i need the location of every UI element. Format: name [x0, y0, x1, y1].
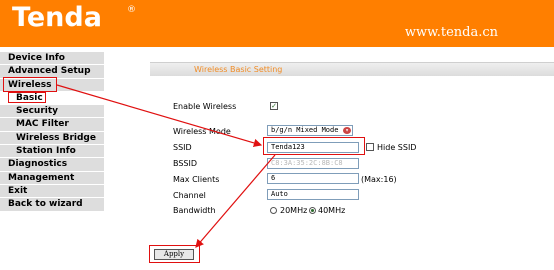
section-title: Wireless Basic Setting [194, 65, 283, 74]
ssid-label: SSID [173, 143, 192, 152]
max-clients-hint: (Max:16) [361, 175, 397, 184]
sidebar-item-diagnostics[interactable]: Diagnostics [0, 158, 104, 172]
logo-text: Tenda [12, 2, 102, 33]
sidebar-item-wireless-bridge[interactable]: Wireless Bridge [0, 131, 104, 146]
bandwidth-40-radio[interactable] [309, 207, 316, 214]
max-clients-value: 6 [271, 174, 276, 182]
wireless-mode-value: b/g/n Mixed Mode [271, 126, 339, 134]
sidebar-item-mac-filter[interactable]: MAC Filter [0, 118, 104, 132]
sidebar-item-device-info[interactable]: Device Info [0, 52, 104, 66]
bssid-label: BSSID [173, 159, 198, 168]
sidebar-item-wireless[interactable]: Wireless [0, 78, 104, 92]
header-bar: Tenda ® www.tenda.cn [0, 0, 554, 47]
sidebar-item-advanced-setup[interactable]: Advanced Setup [0, 65, 104, 79]
wireless-mode-select[interactable]: b/g/n Mixed Mode ▾ [267, 125, 353, 136]
max-clients-input[interactable]: 6 [267, 173, 359, 184]
site-url: www.tenda.cn [404, 25, 498, 40]
sidebar-item-management[interactable]: Management [0, 171, 104, 185]
sidebar-item-exit[interactable]: Exit [0, 184, 104, 199]
main-content: Wireless Basic Setting Enable Wireless ✓… [150, 62, 554, 270]
bssid-field: C8:3A:35:2C:8B:C8 [267, 158, 359, 169]
ssid-value: Tenda123 [271, 143, 305, 151]
section-header: Wireless Basic Setting [150, 62, 554, 76]
bandwidth-20-radio[interactable] [270, 207, 277, 214]
hide-ssid-label: Hide SSID [377, 143, 417, 152]
sidebar-item-back-to-wizard[interactable]: Back to wizard [0, 198, 104, 212]
channel-value: Auto [271, 190, 288, 198]
bandwidth-label: Bandwidth [173, 206, 216, 215]
enable-wireless-checkbox[interactable]: ✓ [270, 102, 278, 110]
enable-wireless-label: Enable Wireless [173, 102, 237, 111]
hide-ssid-checkbox[interactable] [366, 143, 374, 151]
channel-select[interactable]: Auto [267, 189, 359, 200]
apply-button[interactable]: Apply [154, 249, 194, 260]
bandwidth-40-label: 40MHz [318, 206, 346, 215]
sidebar-item-security[interactable]: Security [0, 105, 104, 119]
chevron-down-icon: ▾ [343, 127, 351, 134]
wireless-mode-label: Wireless Mode [173, 127, 231, 136]
channel-label: Channel [173, 191, 206, 200]
registered-mark: ® [127, 5, 136, 15]
sidebar-menu: Device Info Advanced Setup Wireless Basi… [0, 52, 104, 212]
tenda-logo: Tenda ® [6, 2, 136, 33]
max-clients-label: Max Clients [173, 175, 220, 184]
sidebar-item-station-info[interactable]: Station Info [0, 145, 104, 159]
ssid-input[interactable]: Tenda123 [267, 142, 359, 153]
bssid-value: C8:3A:35:2C:8B:C8 [271, 159, 343, 167]
sidebar-item-basic[interactable]: Basic [0, 91, 104, 106]
bandwidth-20-label: 20MHz [280, 206, 308, 215]
